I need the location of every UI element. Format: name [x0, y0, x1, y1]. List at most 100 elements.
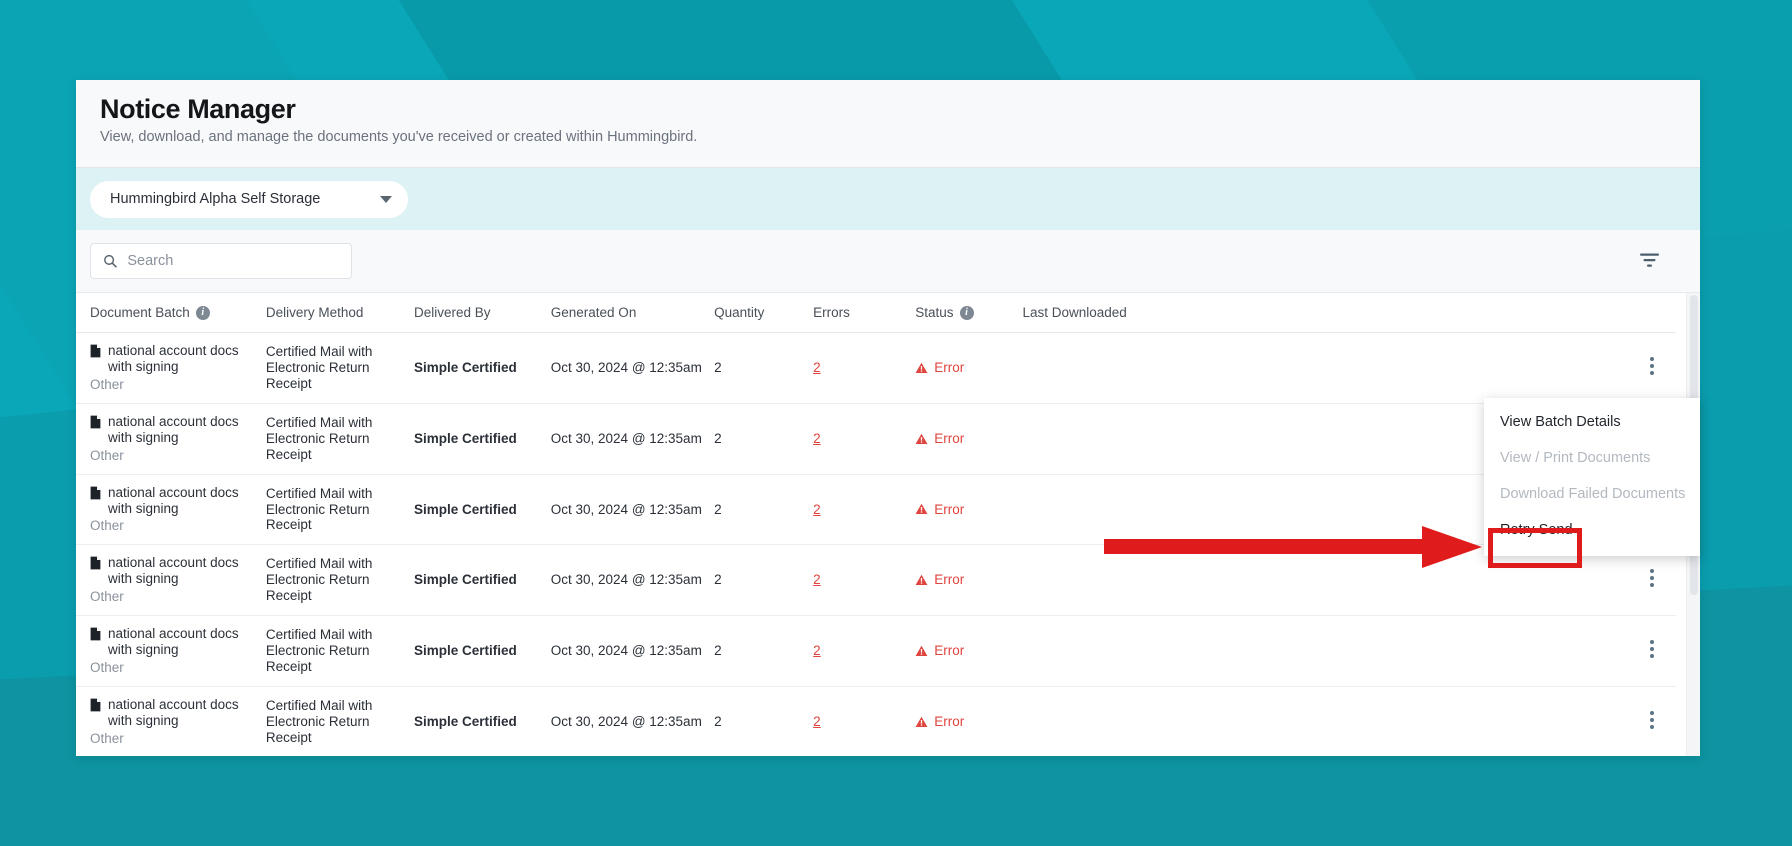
kebab-menu-icon[interactable] [1650, 637, 1654, 661]
batch-name: national account docs with signing [108, 696, 239, 728]
errors-link[interactable]: 2 [813, 360, 821, 375]
cell-last-downloaded [1022, 686, 1554, 756]
kebab-menu-icon[interactable] [1650, 708, 1654, 732]
document-batch-table-wrapper: Document Batch i Delivery Method Deliver… [76, 292, 1700, 756]
cell-document-batch: national account docs with signing Other [76, 474, 266, 546]
cell-status: Error [915, 544, 1023, 617]
cell-document-batch: national account docs with signing Other [76, 544, 266, 617]
table-row[interactable]: national account docs with signing Other… [76, 615, 1676, 687]
batch-name: national account docs with signing [108, 413, 239, 445]
column-header-generated-on[interactable]: Generated On [550, 293, 715, 334]
cell-status: Error [915, 686, 1023, 756]
cell-actions [1553, 615, 1676, 687]
table-header: Document Batch i Delivery Method Deliver… [76, 293, 1676, 334]
batch-type: Other [90, 730, 124, 746]
cell-quantity: 2 [714, 615, 814, 687]
status-badge: Error [934, 572, 965, 588]
cell-delivered-by: Simple Certified [413, 430, 517, 446]
status-badge: Error [934, 643, 965, 659]
errors-link[interactable]: 2 [813, 572, 821, 587]
search-input[interactable] [127, 253, 339, 270]
cell-delivered-by: Simple Certified [413, 359, 517, 375]
document-icon [90, 556, 101, 570]
cell-delivery-method: Certified Mail with Electronic Return Re… [265, 686, 414, 756]
cell-actions [1553, 686, 1676, 756]
cell-quantity: 2 [714, 544, 814, 617]
table-toolbar [76, 230, 1700, 293]
column-header-delivered-by[interactable]: Delivered By [413, 293, 551, 334]
funnel-icon[interactable] [1639, 252, 1660, 270]
batch-type: Other [90, 376, 124, 392]
cell-document-batch: national account docs with signing Other [76, 332, 266, 404]
column-header-delivery-method[interactable]: Delivery Method [265, 293, 414, 334]
kebab-menu-icon[interactable] [1650, 566, 1654, 590]
column-header-status[interactable]: Status i [915, 293, 1023, 334]
cell-delivered-by: Simple Certified [413, 572, 517, 588]
cell-delivered-by: Simple Certified [413, 643, 517, 659]
organization-select[interactable]: Hummingbird Alpha Self Storage [90, 180, 408, 218]
cell-errors: 2 [813, 474, 916, 546]
cell-quantity: 2 [714, 332, 814, 404]
table-body: national account docs with signing Other… [76, 332, 1676, 756]
cell-status: Error [915, 332, 1023, 404]
cell-quantity: 2 [714, 686, 814, 756]
column-header-document-batch[interactable]: Document Batch i [76, 293, 266, 334]
page-title: Notice Manager [100, 94, 296, 124]
document-batch-table: Document Batch i Delivery Method Deliver… [76, 293, 1676, 756]
batch-type: Other [90, 589, 124, 605]
document-icon [90, 344, 101, 358]
cell-errors: 2 [813, 544, 916, 617]
batch-type: Other [90, 518, 124, 534]
column-label: Last Downloaded [1022, 305, 1127, 321]
cell-delivered-by: Simple Certified [413, 501, 517, 517]
cell-quantity: 2 [714, 474, 814, 546]
cell-last-downloaded [1022, 544, 1554, 617]
status-badge: Error [934, 713, 965, 729]
context-menu-item[interactable]: Retry Send [1484, 512, 1700, 548]
context-menu-item[interactable]: View Batch Details [1484, 404, 1700, 440]
cell-status: Error [915, 403, 1023, 475]
column-label: Status [915, 305, 954, 321]
table-row[interactable]: national account docs with signing Other… [76, 544, 1676, 617]
column-label: Errors [813, 305, 850, 321]
cell-generated-on: Oct 30, 2024 @ 12:35am [550, 544, 715, 617]
errors-link[interactable]: 2 [813, 502, 821, 517]
error-icon [915, 362, 928, 373]
column-label: Generated On [550, 305, 637, 321]
card-header: Notice Manager View, download, and manag… [76, 80, 1700, 156]
column-header-errors[interactable]: Errors [813, 293, 916, 334]
cell-delivery-method: Certified Mail with Electronic Return Re… [265, 332, 414, 404]
row-context-menu: View Batch Details View / Print Documents… [1484, 398, 1700, 556]
table-row[interactable]: national account docs with signing Other… [76, 403, 1676, 475]
organization-select-value: Hummingbird Alpha Self Storage [110, 191, 321, 208]
column-header-quantity[interactable]: Quantity [714, 293, 814, 334]
errors-link[interactable]: 2 [813, 643, 821, 658]
batch-type: Other [90, 659, 124, 675]
document-icon [90, 698, 101, 712]
error-icon [915, 716, 928, 727]
error-icon [915, 504, 928, 515]
search-box[interactable] [90, 243, 352, 280]
column-label: Delivered By [413, 305, 491, 321]
cell-status: Error [915, 615, 1023, 687]
table-row[interactable]: national account docs with signing Other… [76, 686, 1676, 756]
error-icon [915, 574, 928, 586]
errors-link[interactable]: 2 [813, 714, 821, 729]
batch-name: national account docs with signing [108, 343, 239, 374]
kebab-menu-icon[interactable] [1650, 354, 1654, 378]
table-row[interactable]: national account docs with signing Other… [76, 474, 1676, 546]
column-header-actions [1553, 293, 1676, 334]
cell-delivery-method: Certified Mail with Electronic Return Re… [265, 474, 414, 546]
cell-document-batch: national account docs with signing Other [76, 686, 266, 756]
cell-generated-on: Oct 30, 2024 @ 12:35am [550, 474, 715, 546]
batch-type: Other [90, 447, 124, 463]
info-icon[interactable]: i [959, 305, 974, 320]
notice-manager-card: Notice Manager View, download, and manag… [76, 80, 1700, 756]
errors-link[interactable]: 2 [813, 431, 821, 446]
column-header-last-downloaded[interactable]: Last Downloaded [1022, 293, 1554, 334]
cell-delivery-method: Certified Mail with Electronic Return Re… [265, 615, 414, 687]
search-icon [104, 254, 117, 268]
table-row[interactable]: national account docs with signing Other… [76, 332, 1676, 404]
info-icon[interactable]: i [195, 305, 210, 320]
error-icon [915, 645, 928, 656]
